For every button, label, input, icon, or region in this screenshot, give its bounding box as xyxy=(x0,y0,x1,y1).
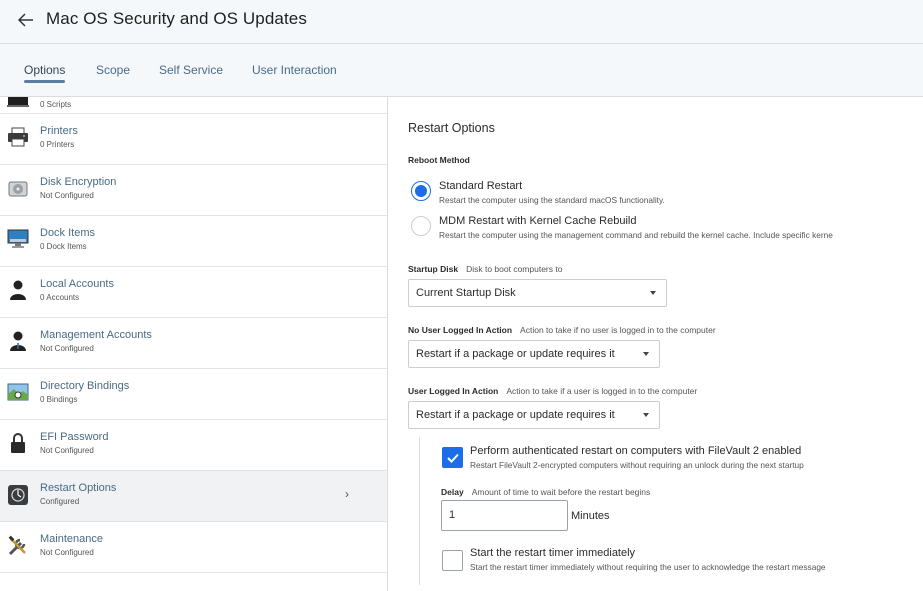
startup-disk-label-text: Startup Disk xyxy=(408,264,459,274)
section-title: Restart Options xyxy=(408,121,495,135)
delay-input[interactable]: 1 xyxy=(441,500,568,531)
sidebar-item-label: Maintenance xyxy=(40,533,103,545)
standard-restart-radio[interactable] xyxy=(411,181,431,201)
sidebar-item-label: Local Accounts xyxy=(40,278,114,290)
user-logged-action-label-text: User Logged In Action xyxy=(408,386,499,396)
sidebar-item-sub: 0 Printers xyxy=(40,140,75,149)
sidebar-item-management-accounts[interactable]: Management Accounts Not Configured xyxy=(0,318,387,369)
sidebar-item-label: Restart Options xyxy=(40,482,117,494)
filevault-restart-checkbox[interactable] xyxy=(442,447,463,468)
startup-disk-hint: Disk to boot computers to xyxy=(466,264,563,274)
tab-options[interactable]: Options xyxy=(24,63,66,83)
mdm-restart-radio[interactable] xyxy=(411,216,431,236)
no-user-action-hint: Action to take if no user is logged in t… xyxy=(520,325,716,335)
user-logged-action-hint: Action to take if a user is logged in to… xyxy=(506,386,698,396)
startup-disk-value: Current Startup Disk xyxy=(416,287,516,299)
standard-restart-title: Standard Restart xyxy=(439,180,523,192)
management-account-icon xyxy=(7,330,29,352)
no-user-action-select[interactable]: Restart if a package or update requires … xyxy=(408,340,660,368)
directory-icon xyxy=(7,382,29,404)
disk-encryption-icon xyxy=(7,178,29,200)
delay-label-text: Delay xyxy=(441,487,464,497)
user-logged-action-select[interactable]: Restart if a package or update requires … xyxy=(408,401,660,429)
sidebar-item-local-accounts[interactable]: Local Accounts 0 Accounts xyxy=(0,267,387,318)
indent-divider xyxy=(419,437,420,585)
sidebar-item-sub: 0 Scripts xyxy=(40,100,72,109)
tab-bar: Options Scope Self Service User Interact… xyxy=(0,44,923,97)
caret-down-icon xyxy=(650,291,656,295)
sidebar-item-sub: 0 Accounts xyxy=(40,293,80,302)
no-user-action-label-text: No User Logged In Action xyxy=(408,325,513,335)
back-button[interactable] xyxy=(14,8,38,32)
chevron-right-icon: › xyxy=(345,487,349,501)
restart-timer-checkbox[interactable] xyxy=(442,550,463,571)
sidebar-item-label: Printers xyxy=(40,125,78,137)
payload-sidebar: 0 Scripts Printers 0 Printers Disk Encry… xyxy=(0,97,388,591)
sidebar-item-restart-options[interactable]: Restart Options Configured › xyxy=(0,471,387,522)
delay-hint: Amount of time to wait before the restar… xyxy=(471,487,651,497)
standard-restart-desc: Restart the computer using the standard … xyxy=(439,195,665,205)
tools-icon xyxy=(7,535,29,557)
sidebar-item-directory-bindings[interactable]: Directory Bindings 0 Bindings xyxy=(0,369,387,420)
mdm-restart-desc: Restart the computer using the managemen… xyxy=(439,230,833,240)
filevault-restart-title: Perform authenticated restart on compute… xyxy=(470,445,802,457)
sidebar-item-label: EFI Password xyxy=(40,431,109,443)
tab-self-service[interactable]: Self Service xyxy=(159,63,223,77)
sidebar-item-sub: Not Configured xyxy=(40,548,94,557)
sidebar-item-sub: 0 Dock Items xyxy=(40,242,87,251)
sidebar-item-dock-items[interactable]: Dock Items 0 Dock Items xyxy=(0,216,387,267)
lock-icon xyxy=(7,432,29,454)
sidebar-item-sub: Not Configured xyxy=(40,344,94,353)
no-user-action-label: No User Logged In Action Action to take i… xyxy=(408,325,716,335)
scripts-icon xyxy=(7,97,29,114)
restart-timer-title: Start the restart timer immediately xyxy=(470,547,636,559)
tab-user-interaction[interactable]: User Interaction xyxy=(252,63,337,77)
local-account-icon xyxy=(7,279,29,301)
checkmark-icon xyxy=(447,453,459,463)
mdm-restart-title: MDM Restart with Kernel Cache Rebuild xyxy=(439,215,637,227)
sidebar-item-scripts[interactable]: 0 Scripts xyxy=(0,97,387,114)
sidebar-item-label: Dock Items xyxy=(40,227,96,239)
restart-options-panel: Restart Options Reboot Method Standard R… xyxy=(389,97,923,591)
restart-timer-desc: Start the restart timer immediately with… xyxy=(470,562,826,572)
user-logged-action-value: Restart if a package or update requires … xyxy=(416,409,615,421)
sidebar-item-maintenance[interactable]: Maintenance Not Configured xyxy=(0,522,387,573)
sidebar-item-sub: Not Configured xyxy=(40,446,94,455)
page-title: Mac OS Security and OS Updates xyxy=(46,9,307,28)
dock-icon xyxy=(7,229,29,251)
sidebar-item-sub: 0 Bindings xyxy=(40,395,78,404)
filevault-restart-desc: Restart FileVault 2-encrypted computers … xyxy=(470,460,804,470)
arrow-left-icon xyxy=(17,13,33,27)
caret-down-icon xyxy=(643,352,649,356)
sidebar-item-printers[interactable]: Printers 0 Printers xyxy=(0,114,387,165)
sidebar-item-efi-password[interactable]: EFI Password Not Configured xyxy=(0,420,387,471)
page-header: Mac OS Security and OS Updates xyxy=(0,0,923,44)
sidebar-item-label: Directory Bindings xyxy=(40,380,130,392)
no-user-action-value: Restart if a package or update requires … xyxy=(416,348,615,360)
delay-unit: Minutes xyxy=(571,510,610,522)
sidebar-item-sub: Configured xyxy=(40,497,80,506)
reboot-method-label: Reboot Method xyxy=(408,155,470,165)
sidebar-item-sub: Not Configured xyxy=(40,191,94,200)
user-logged-action-label: User Logged In Action Action to take if a… xyxy=(408,386,697,396)
caret-down-icon xyxy=(643,413,649,417)
startup-disk-label: Startup Disk Disk to boot computers to xyxy=(408,264,562,274)
printer-icon xyxy=(7,127,29,149)
delay-label: Delay Amount of time to wait before the r… xyxy=(441,487,650,497)
sidebar-item-label: Management Accounts xyxy=(40,329,152,341)
startup-disk-select[interactable]: Current Startup Disk xyxy=(408,279,667,307)
restart-icon xyxy=(7,484,29,506)
sidebar-item-disk-encryption[interactable]: Disk Encryption Not Configured xyxy=(0,165,387,216)
sidebar-item-label: Disk Encryption xyxy=(40,176,117,188)
tab-scope[interactable]: Scope xyxy=(96,63,130,77)
